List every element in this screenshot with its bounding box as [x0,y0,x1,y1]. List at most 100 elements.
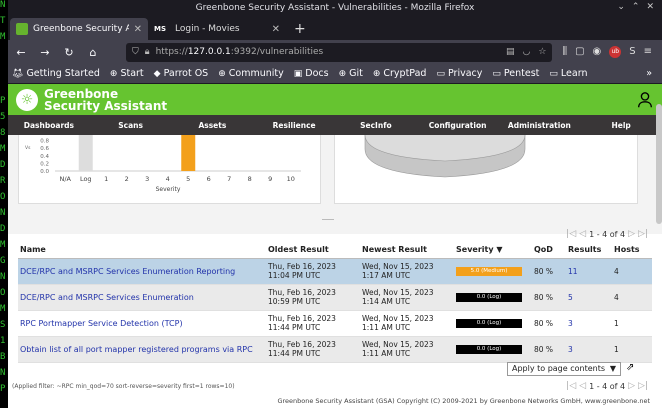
terminal-char: B [0,352,6,362]
pocket-icon[interactable]: ◡ [523,47,531,57]
qod-value: 80 % [532,336,566,363]
restore-icon[interactable]: ⌃ [632,2,640,12]
bookmark-git[interactable]: ⊕ Git [339,68,363,79]
col-qod[interactable]: QoD [532,242,566,259]
results-count-link[interactable]: 3 [566,310,612,337]
reader-icon[interactable]: ▤ [506,47,515,57]
vuln-name-link[interactable]: Obtain list of all port mapper registere… [18,336,266,363]
bookmarks-overflow-icon[interactable]: » [646,68,658,79]
col-results[interactable]: Results [566,242,612,259]
terminal-char: G [0,256,6,266]
hosts-count: 1 [612,310,652,337]
bookmark-privacy[interactable]: ▭ Privacy [436,68,482,79]
scrollbar[interactable] [656,104,662,224]
bookmark-community[interactable]: ⊕ Community [218,68,284,79]
reload-icon[interactable]: ↻ [62,46,76,59]
last-page-icon[interactable]: ▷| [638,381,648,391]
firefox-icon: 🦊︎ [12,68,24,79]
forward-icon[interactable]: → [38,46,52,59]
extension-icon[interactable]: S [629,46,635,58]
close-tab-icon[interactable]: ✕ [272,24,280,35]
menu-assets[interactable]: Assets [172,121,254,130]
menu-dashboards[interactable]: Dashboards [8,121,90,130]
bookmark-learn[interactable]: ▭ Learn [549,68,587,79]
dashboard-charts: 1.0 0.80.6 0.40.2 0.0 Vs N/A Log 1 2 3 4 5 6 7 8 9 10 Sev… [8,131,662,234]
x-tick-label: 1 [104,175,108,183]
col-oldest[interactable]: Oldest Result [266,242,360,259]
back-icon[interactable]: ← [14,46,28,59]
sort-desc-icon[interactable]: ▼ [496,245,502,254]
minimize-icon[interactable]: ⌄ [617,2,625,12]
tab-login-movies[interactable]: MS Login - Movies ✕ [148,18,286,40]
resize-handle[interactable] [322,219,334,220]
table-row[interactable]: RPC Portmapper Service Detection (TCP) Th… [18,310,652,337]
next-page-icon[interactable]: ▷ [628,381,635,391]
table-row[interactable]: DCE/RPC and MSRPC Services Enumeration R… [18,258,652,285]
sidebar-icon[interactable]: ▢ [575,46,584,58]
y-tick-label: 0.8 [40,139,49,145]
parrot-icon: ◆ [153,68,161,79]
folder-icon: ▭ [492,68,501,79]
globe-icon: ⊕ [109,68,118,79]
bookmark-getting-started[interactable]: 🦊︎ Getting Started [12,68,100,79]
menu-help[interactable]: Help [580,121,662,130]
results-count-link[interactable]: 11 [566,258,612,285]
bookmark-pentest[interactable]: ▭ Pentest [492,68,539,79]
close-window-icon[interactable]: ✕ [646,2,654,12]
bookmark-label: CryptPad [383,68,427,79]
chevron-down-icon: ▼ [609,364,616,373]
prev-page-icon[interactable]: ◁ [579,229,586,239]
next-page-icon[interactable]: ▷ [628,229,635,239]
vuln-name-link[interactable]: RPC Portmapper Service Detection (TCP) [18,310,266,337]
menu-icon[interactable]: ≡ [644,46,652,58]
new-tab-button[interactable]: + [286,21,314,40]
ublock-icon[interactable]: ub [609,46,622,58]
terminal-char: D [0,160,6,170]
user-menu-icon[interactable] [636,91,654,109]
greenbone-favicon-icon [16,23,28,35]
col-severity[interactable]: Severity ▼ [454,242,532,259]
tab-greenbone[interactable]: Greenbone Security Assista ✕ [10,18,148,40]
results-count-link[interactable]: 5 [566,284,612,311]
close-tab-icon[interactable]: ✕ [134,24,142,35]
col-hosts[interactable]: Hosts [612,242,652,259]
bookmark-parrot-os[interactable]: ◆ Parrot OS [154,68,209,79]
menu-scans[interactable]: Scans [90,121,172,130]
library-icon[interactable]: ⫼ [562,46,567,58]
bookmark-docs[interactable]: ▣ Docs [294,68,329,79]
menu-resilience[interactable]: Resilience [253,121,335,130]
shield-icon[interactable]: ⛉ [132,47,139,57]
col-newest[interactable]: Newest Result [360,242,454,259]
account-icon[interactable]: ◉ [593,46,602,58]
bookmark-cryptpad[interactable]: ⊕ CryptPad [373,68,427,79]
x-tick-label: N/A [60,175,72,183]
export-icon[interactable]: ⇗ [626,362,634,373]
bookmark-start[interactable]: ⊕ Start [110,68,144,79]
brand-logo[interactable]: Greenbone Security Assistant [44,88,167,112]
menu-administration[interactable]: Administration [499,121,581,130]
bookmark-star-icon[interactable]: ☆ [538,47,546,57]
first-page-icon[interactable]: |◁ [566,381,576,391]
table-row[interactable]: Obtain list of all port mapper registere… [18,336,652,363]
x-tick-label: 7 [227,175,231,183]
folder-icon: ▭ [436,68,445,79]
x-tick-label: 10 [287,175,295,183]
results-count-link[interactable]: 3 [566,336,612,363]
last-page-icon[interactable]: ▷| [638,229,648,239]
page-count: 1 - 4 of 4 [589,229,626,239]
apply-to-select[interactable]: Apply to page contents ▼ [507,362,621,376]
firefox-window: Greenbone Security Assistant - Vulnerabi… [8,0,662,408]
menu-secinfo[interactable]: SecInfo [335,121,417,130]
greenbone-logo-icon[interactable]: ☼ [16,88,38,111]
first-page-icon[interactable]: |◁ [566,229,576,239]
vuln-name-link[interactable]: DCE/RPC and MSRPC Services Enumeration R… [18,258,266,285]
vuln-name-link[interactable]: DCE/RPC and MSRPC Services Enumeration [18,284,266,311]
bookmark-label: Privacy [447,68,483,79]
lock-warning-icon[interactable]: 🔒︎ [145,47,150,57]
home-icon[interactable]: ⌂ [86,46,100,59]
col-name[interactable]: Name [18,242,266,259]
url-bar[interactable]: ⛉ 🔒︎ https://127.0.0.1:9392/vulnerabilit… [126,42,553,62]
prev-page-icon[interactable]: ◁ [579,381,586,391]
menu-configuration[interactable]: Configuration [417,121,499,130]
table-row[interactable]: DCE/RPC and MSRPC Services Enumeration Th… [18,284,652,311]
